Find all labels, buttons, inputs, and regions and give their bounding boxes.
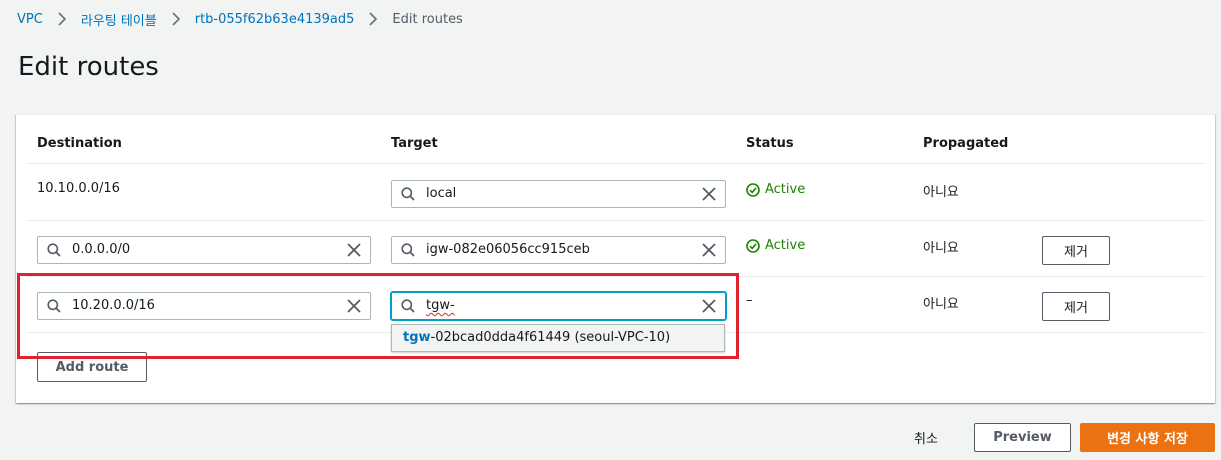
chevron-right-icon (57, 12, 67, 26)
header-status: Status (746, 136, 794, 151)
target-value: local (426, 186, 457, 201)
breadcrumb-vpc[interactable]: VPC (17, 12, 43, 27)
search-icon (47, 299, 61, 313)
status-text: Active (765, 238, 806, 253)
target-suggestion-option[interactable]: tgw-02bcad0dda4f61449 (seoul-VPC-10) (391, 324, 725, 352)
clear-icon[interactable] (701, 298, 717, 314)
header-target: Target (391, 136, 438, 151)
search-icon (47, 243, 61, 257)
suggestion-rest: -02bcad0dda4f61449 (seoul-VPC-10) (430, 330, 671, 345)
status-success-icon (746, 182, 760, 197)
cancel-button[interactable]: 취소 (914, 428, 938, 447)
clear-icon[interactable] (346, 242, 362, 258)
chevron-right-icon (171, 12, 181, 26)
clear-icon[interactable] (346, 298, 362, 314)
row-divider (26, 220, 1205, 221)
status-badge: Active (746, 238, 805, 253)
destination-value: 0.0.0.0/0 (72, 242, 131, 257)
row-divider (26, 163, 1205, 164)
page-title: Edit routes (18, 52, 159, 82)
status-success-icon (746, 238, 760, 253)
breadcrumb-route-table-id[interactable]: rtb-055f62b63e4139ad5 (195, 12, 355, 27)
row-divider (26, 276, 1205, 277)
chevron-right-icon (368, 12, 378, 26)
propagated-text: 아니요 (923, 241, 959, 256)
target-input[interactable]: local (391, 180, 726, 208)
propagated-text: 아니요 (923, 297, 959, 312)
status-text: Active (765, 182, 806, 197)
destination-text: 10.10.0.0/16 (37, 181, 120, 196)
header-destination: Destination (37, 136, 122, 151)
search-icon (401, 243, 415, 257)
add-route-button[interactable]: Add route (37, 352, 147, 382)
header-propagated: Propagated (923, 136, 1009, 151)
status-text: – (746, 293, 753, 308)
target-input[interactable]: tgw- (391, 292, 726, 320)
breadcrumb: VPC 라우팅 테이블 rtb-055f62b63e4139ad5 Edit r… (17, 10, 463, 29)
breadcrumb-current: Edit routes (392, 11, 463, 27)
clear-icon[interactable] (701, 242, 717, 258)
remove-route-button[interactable]: 제거 (1042, 292, 1110, 321)
target-value: igw-082e06056cc915ceb (426, 242, 590, 257)
destination-input[interactable]: 10.20.0.0/16 (37, 292, 371, 320)
destination-value: 10.20.0.0/16 (72, 298, 155, 313)
target-value: tgw- (426, 298, 455, 313)
search-icon (401, 187, 415, 201)
save-changes-button[interactable]: 변경 사항 저장 (1080, 423, 1215, 452)
clear-icon[interactable] (701, 186, 717, 202)
status-badge: Active (746, 182, 805, 197)
breadcrumb-route-tables[interactable]: 라우팅 테이블 (81, 10, 157, 29)
suggestion-match: tgw (403, 330, 431, 345)
search-icon (401, 299, 415, 313)
target-input[interactable]: igw-082e06056cc915ceb (391, 236, 726, 264)
remove-route-button[interactable]: 제거 (1042, 236, 1110, 265)
routes-panel: Destination Target Status Propagated 10.… (16, 114, 1215, 403)
destination-input[interactable]: 0.0.0.0/0 (37, 236, 371, 264)
propagated-text: 아니요 (923, 185, 959, 200)
preview-button[interactable]: Preview (974, 423, 1071, 452)
